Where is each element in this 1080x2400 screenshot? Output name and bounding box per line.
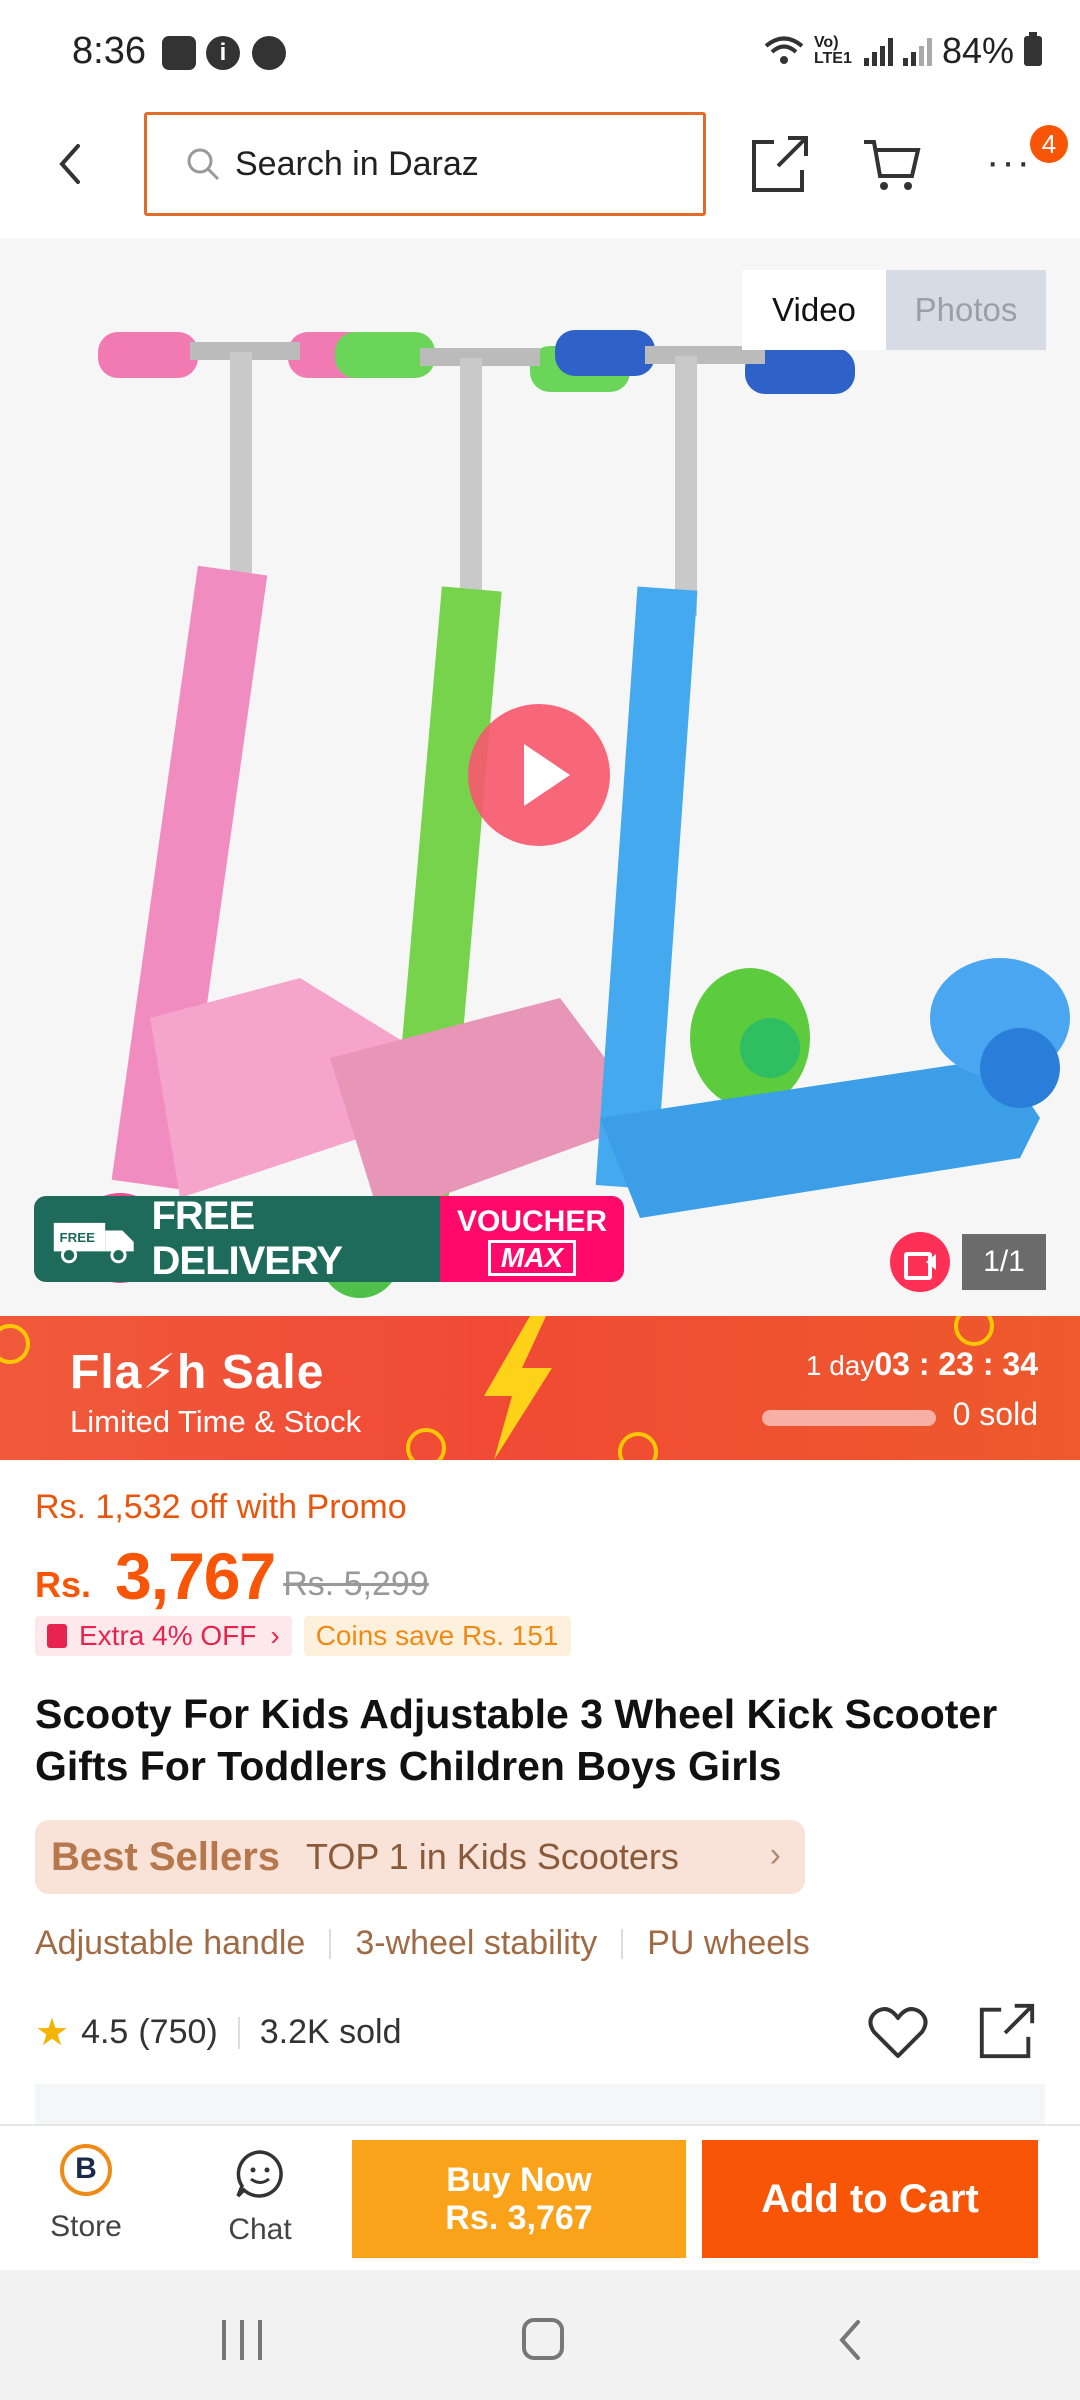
feature-item: Adjustable handle — [35, 1924, 306, 1962]
media-toggle: Video Photos — [742, 270, 1046, 350]
svg-text:FREE: FREE — [60, 1230, 96, 1245]
flash-sale-progress-bar — [762, 1410, 936, 1426]
store-label: Store — [50, 2210, 122, 2243]
sold-count: 3.2K sold — [259, 2013, 402, 2051]
product-title: Scooty For Kids Adjustable 3 Wheel Kick … — [35, 1691, 998, 1789]
system-nav-bar — [0, 2270, 1080, 2400]
play-video-button[interactable] — [468, 704, 610, 846]
flash-sale-countdown: 1 day03 : 23 : 34 — [806, 1346, 1038, 1383]
feature-highlights: Adjustable handle 3-wheel stability PU w… — [35, 1924, 810, 1963]
product-gallery[interactable]: Video Photos FREE FREE DELIVERY VOUCHER … — [0, 238, 1080, 1316]
status-right: Vo) LTE1 84% — [764, 30, 1042, 72]
gallery-notification-icon — [162, 36, 196, 70]
signal-icon — [863, 36, 893, 66]
search-input[interactable]: Search in Daraz — [144, 112, 706, 216]
rating-value: 4.5 — [81, 2013, 129, 2051]
status-bar: 8:36 i Vo) LTE1 84% — [0, 0, 1080, 100]
best-sellers-label: Best Sellers — [51, 1834, 281, 1879]
current-price: 3,767 — [115, 1539, 276, 1613]
status-time: 8:36 — [72, 30, 146, 72]
flash-sale-title: Fla⚡h Sale — [70, 1346, 325, 1399]
feature-item: PU wheels — [647, 1924, 810, 1962]
clock-decoration-icon — [0, 1324, 30, 1364]
chevron-right-icon: › — [769, 1836, 781, 1874]
buy-now-label: Buy Now — [446, 2161, 592, 2199]
countdown-days: 1 day — [805, 1350, 875, 1381]
promo-discount-text: Rs. 1,532 off with Promo — [35, 1488, 407, 1526]
price-row: Rs. 3,767 Rs. 5,299 — [35, 1538, 429, 1614]
free-delivery-text: FREE DELIVERY — [151, 1194, 344, 1283]
clock-decoration-icon — [406, 1428, 446, 1460]
coins-chip[interactable]: Coins save Rs. 151 — [303, 1616, 571, 1656]
divider — [329, 1928, 332, 1959]
home-icon[interactable] — [522, 2318, 564, 2360]
clock-decoration-icon — [618, 1432, 658, 1460]
flash-sale-sold: 0 sold — [952, 1396, 1038, 1432]
battery-icon — [1024, 32, 1042, 66]
back-icon[interactable] — [830, 2318, 874, 2362]
lightning-bolt-icon — [484, 1316, 552, 1460]
best-sellers-rank: TOP 1 in Kids Scooters — [306, 1836, 679, 1877]
rating-row[interactable]: ★ 4.5 (750) 3.2K sold — [35, 2010, 401, 2055]
next-section-peek — [35, 2084, 1045, 2124]
store-button[interactable]: Store — [34, 2140, 138, 2260]
store-logo — [60, 2144, 112, 2196]
extra-off-chip[interactable]: Extra 4% OFF › — [35, 1616, 292, 1656]
tab-photos[interactable]: Photos — [886, 270, 1046, 350]
top-header: Search in Daraz ··· 4 — [0, 100, 1080, 238]
cart-icon[interactable] — [862, 136, 922, 194]
voucher-max-label: MAX — [487, 1240, 577, 1276]
buy-now-price: Rs. 3,767 — [445, 2199, 593, 2237]
original-price: Rs. 5,299 — [283, 1565, 429, 1603]
clock-decoration-icon — [954, 1316, 994, 1346]
network-label: Vo) LTE1 — [813, 34, 852, 67]
cart-count-badge: 4 — [1030, 125, 1068, 163]
delivery-truck-icon: FREE — [53, 1222, 134, 1264]
flash-sale-subtitle: Limited Time & Stock — [70, 1404, 362, 1439]
extra-off-label: Extra 4% OFF — [79, 1620, 257, 1651]
add-to-cart-button[interactable]: Add to Cart — [702, 2140, 1038, 2258]
coins-label: Coins save Rs. 151 — [315, 1620, 559, 1651]
voucher-max-badge: VOUCHER MAX — [440, 1196, 624, 1282]
divider — [237, 2016, 240, 2049]
search-placeholder: Search in Daraz — [235, 144, 479, 183]
buy-now-button[interactable]: Buy Now Rs. 3,767 — [352, 2140, 686, 2258]
back-arrow-icon[interactable] — [48, 140, 96, 188]
review-count: (750) — [138, 2013, 218, 2051]
share-icon[interactable] — [748, 132, 812, 196]
voucher-label: VOUCHER — [456, 1205, 607, 1238]
info-notification-icon: i — [206, 36, 240, 70]
chat-label: Chat — [228, 2213, 292, 2246]
more-options-icon[interactable]: ··· — [986, 140, 1032, 185]
chat-icon — [236, 2150, 283, 2198]
wifi-icon — [764, 36, 804, 64]
best-sellers-banner[interactable]: Best Sellers TOP 1 in Kids Scooters › — [35, 1820, 805, 1894]
discount-chips: Extra 4% OFF › Coins save Rs. 151 — [35, 1616, 571, 1656]
chevron-right-icon: › — [270, 1620, 280, 1651]
tab-video[interactable]: Video — [742, 270, 886, 350]
account-notification-icon — [252, 36, 286, 70]
search-icon — [187, 148, 220, 181]
countdown-time: 03 : 23 : 34 — [874, 1346, 1038, 1382]
price-currency: Rs. — [35, 1564, 92, 1605]
coupon-icon — [47, 1624, 67, 1648]
divider — [621, 1928, 624, 1959]
share-icon[interactable] — [976, 2000, 1038, 2062]
wishlist-heart-icon[interactable] — [868, 2004, 928, 2060]
bottom-action-bar: Store Chat Buy Now Rs. 3,767 Add to Cart — [0, 2124, 1080, 2268]
star-icon: ★ — [35, 2012, 70, 2054]
signal-icon-2 — [902, 36, 932, 66]
recent-apps-icon[interactable] — [222, 2320, 262, 2360]
flash-sale-banner[interactable]: Fla⚡h Sale Limited Time & Stock 1 day03 … — [0, 1316, 1080, 1460]
free-delivery-banner: FREE FREE DELIVERY — [34, 1194, 440, 1283]
gallery-counter: 1/1 — [962, 1234, 1046, 1290]
video-camera-icon[interactable] — [890, 1232, 950, 1292]
chat-button[interactable]: Chat — [208, 2140, 312, 2260]
battery-percent: 84% — [941, 30, 1014, 71]
feature-item: 3-wheel stability — [355, 1924, 598, 1962]
